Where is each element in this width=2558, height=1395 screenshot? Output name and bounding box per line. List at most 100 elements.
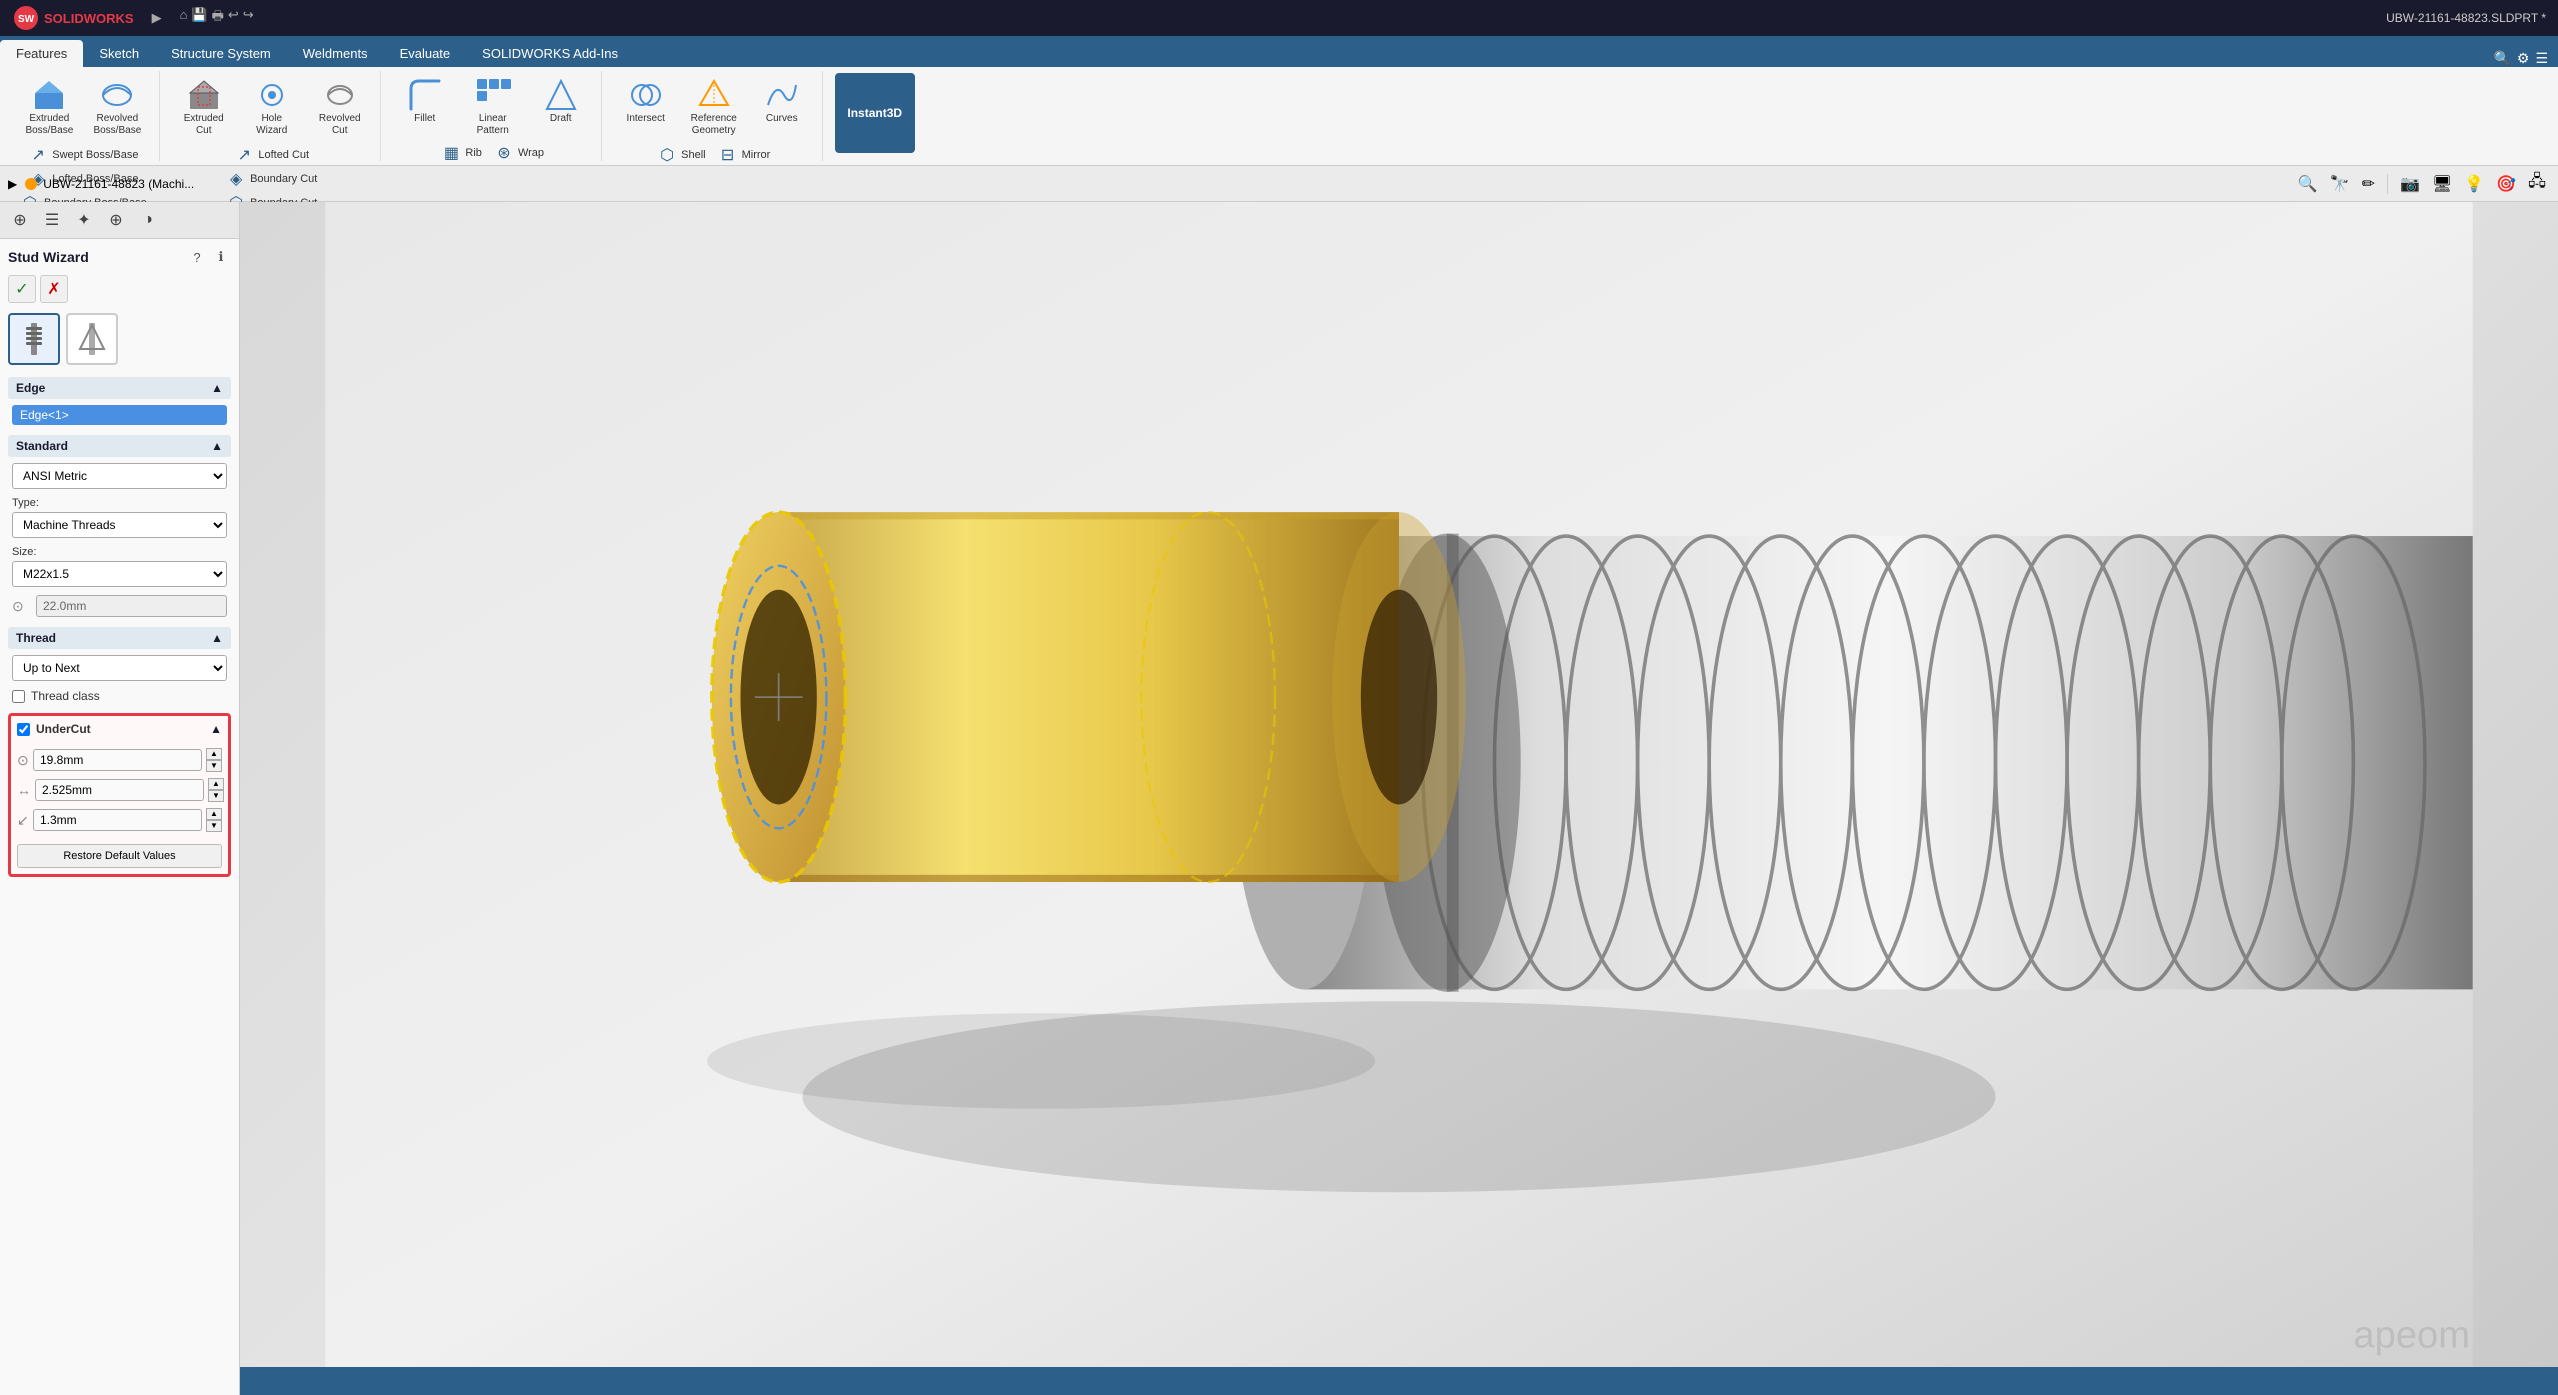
ribbon-group-cut: ExtrudedCut HoleWizard xyxy=(164,71,381,161)
tab-structure[interactable]: Structure System xyxy=(155,40,287,67)
search-icon[interactable]: 🔍 xyxy=(2493,50,2510,67)
undercut-title: UnderCut xyxy=(36,722,91,736)
type-select[interactable]: Machine Threads Wood Threads Tapping Scr… xyxy=(12,512,227,538)
undercut-icon-2: ↔ xyxy=(17,782,31,798)
curves-btn[interactable]: Curves xyxy=(750,73,814,141)
help-icon[interactable]: ? xyxy=(187,247,207,267)
view-icon-4[interactable]: 📷 xyxy=(2396,172,2424,196)
ribbon: Features Sketch Structure System Weldmen… xyxy=(0,36,2558,166)
panel-tool-1[interactable]: ⊕ xyxy=(6,206,34,234)
undercut-spin-down-3[interactable]: ▼ xyxy=(206,820,222,832)
viewport[interactable]: apeom xyxy=(240,202,2558,1395)
instant3d-btn[interactable]: Instant3D xyxy=(835,73,915,153)
print-icon[interactable]: 🖶 xyxy=(212,7,224,29)
intersect-btn[interactable]: Intersect xyxy=(614,73,678,141)
swept-boss-label: Swept Boss/Base xyxy=(52,149,138,161)
extruded-cut-btn[interactable]: ExtrudedCut xyxy=(172,73,236,141)
undercut-value3-row: ↙ ▲ ▼ xyxy=(17,808,222,832)
extruded-boss-label: ExtrudedBoss/Base xyxy=(25,113,73,137)
panel-tool-3[interactable]: ✦ xyxy=(70,206,98,234)
rib-label: Rib xyxy=(465,147,482,159)
restore-defaults-btn[interactable]: Restore Default Values xyxy=(17,844,222,868)
stud-type-2-btn[interactable] xyxy=(66,313,118,365)
thread-class-checkbox[interactable] xyxy=(12,690,25,703)
main-area: ⊕ ☰ ✦ ⊕ ◑ Stud Wizard ? ℹ ✓ ✗ xyxy=(0,202,2558,1395)
standard-section-header[interactable]: Standard ▲ xyxy=(8,435,231,457)
tab-evaluate[interactable]: Evaluate xyxy=(384,40,467,67)
instant3d-label: Instant3D xyxy=(847,106,902,120)
ok-button[interactable]: ✓ xyxy=(8,275,36,303)
view-icon-2[interactable]: 🔭 xyxy=(2326,172,2354,196)
options-icon[interactable]: ☰ xyxy=(2535,50,2548,67)
thread-section-header[interactable]: Thread ▲ xyxy=(8,627,231,649)
wrap-btn[interactable]: ⊛ Wrap xyxy=(490,141,548,165)
ribbon-group-features: Fillet LinearPattern xyxy=(385,71,602,161)
stud-type-1-btn[interactable] xyxy=(8,313,60,365)
lofted-cut-btn[interactable]: ◈ Boundary Cut xyxy=(222,167,321,191)
view-icon-6[interactable]: 💡 xyxy=(2460,172,2488,196)
swept-cut-label: Lofted Cut xyxy=(258,149,309,161)
tree-arrow[interactable]: ▶ xyxy=(8,177,17,191)
swept-boss-btn[interactable]: ↗ Swept Boss/Base xyxy=(24,143,142,167)
panel-tool-2[interactable]: ☰ xyxy=(38,206,66,234)
save-icon[interactable]: 💾 xyxy=(191,7,207,29)
panel-tool-5[interactable]: ◑ xyxy=(134,206,162,234)
undercut-section-header[interactable]: UnderCut ▲ xyxy=(17,722,222,742)
thread-section-title: Thread xyxy=(16,631,56,645)
revolved-boss-label: RevolvedBoss/Base xyxy=(93,113,141,137)
view-icon-3[interactable]: ✏ xyxy=(2358,172,2379,196)
undercut-spin-down-2[interactable]: ▼ xyxy=(208,790,224,802)
tab-weldments[interactable]: Weldments xyxy=(287,40,384,67)
undercut-spin-up-2[interactable]: ▲ xyxy=(208,778,224,790)
edge-value[interactable]: Edge<1> xyxy=(12,405,227,425)
fillet-btn[interactable]: Fillet xyxy=(393,73,457,141)
reference-geometry-btn[interactable]: ReferenceGeometry xyxy=(682,73,746,141)
redo-icon[interactable]: ↪ xyxy=(243,7,254,29)
lofted-cut-label: Boundary Cut xyxy=(250,173,317,185)
tab-sketch[interactable]: Sketch xyxy=(83,40,155,67)
undercut-input-3[interactable] xyxy=(33,809,202,831)
mirror-btn[interactable]: ⊟ Mirror xyxy=(714,143,775,167)
view-icon-5[interactable]: 🖥 xyxy=(2428,172,2456,196)
diameter-icon: ⊙ xyxy=(12,598,32,615)
curves-label: Curves xyxy=(766,113,798,125)
panel-tool-4[interactable]: ⊕ xyxy=(102,206,130,234)
draft-btn[interactable]: Draft xyxy=(529,73,593,141)
revolved-cut-btn[interactable]: RevolvedCut xyxy=(308,73,372,141)
rib-btn[interactable]: ▦ Rib xyxy=(437,141,486,165)
shell-label: Shell xyxy=(681,149,705,161)
undo-icon[interactable]: ↩ xyxy=(228,7,239,29)
undercut-checkbox[interactable] xyxy=(17,723,30,736)
solidworks-logo: SW SOLIDWORKS xyxy=(12,4,134,32)
undercut-spinner-1: ▲ ▼ xyxy=(206,748,222,772)
linear-pattern-btn[interactable]: LinearPattern xyxy=(461,73,525,141)
edge-section-header[interactable]: Edge ▲ xyxy=(8,377,231,399)
3d-scene: apeom xyxy=(240,202,2558,1395)
cancel-button[interactable]: ✗ xyxy=(40,275,68,303)
info-icon[interactable]: ℹ xyxy=(211,247,231,267)
size-select[interactable]: M22x1.5 M22x2 M20x1.5 xyxy=(12,561,227,587)
tab-features[interactable]: Features xyxy=(0,40,83,67)
revolved-boss-btn[interactable]: RevolvedBoss/Base xyxy=(85,73,149,141)
view-icon-7[interactable]: 🎯 xyxy=(2492,172,2520,196)
stud-wizard-panel: Stud Wizard ? ℹ ✓ ✗ xyxy=(0,239,239,1395)
panel-toolbar: ⊕ ☰ ✦ ⊕ ◑ xyxy=(0,202,239,239)
hole-wizard-btn[interactable]: HoleWizard xyxy=(240,73,304,141)
thread-end-select[interactable]: Up to Next Blind Through All xyxy=(12,655,227,681)
tab-addins[interactable]: SOLIDWORKS Add-Ins xyxy=(466,40,634,67)
view-icon-8[interactable]: 🖧 xyxy=(2524,168,2550,199)
home-icon[interactable]: ⌂ xyxy=(180,7,188,29)
undercut-spin-down-1[interactable]: ▼ xyxy=(206,760,222,772)
undercut-spin-up-3[interactable]: ▲ xyxy=(206,808,222,820)
settings-icon[interactable]: ⚙ xyxy=(2517,50,2530,67)
view-icon-1[interactable]: 🔍 xyxy=(2294,172,2322,196)
shell-btn[interactable]: ⬡ Shell xyxy=(653,143,709,167)
undercut-input-1[interactable] xyxy=(33,749,202,771)
swept-cut-btn[interactable]: ↗ Lofted Cut xyxy=(230,143,313,167)
thread-collapse-icon: ▲ xyxy=(211,631,223,645)
extruded-boss-btn[interactable]: ExtrudedBoss/Base xyxy=(17,73,81,141)
undercut-input-2[interactable] xyxy=(35,779,204,801)
standard-select[interactable]: ANSI Metric ANSI Inch ISO xyxy=(12,463,227,489)
undercut-spin-up-1[interactable]: ▲ xyxy=(206,748,222,760)
diameter-input[interactable] xyxy=(36,595,227,617)
